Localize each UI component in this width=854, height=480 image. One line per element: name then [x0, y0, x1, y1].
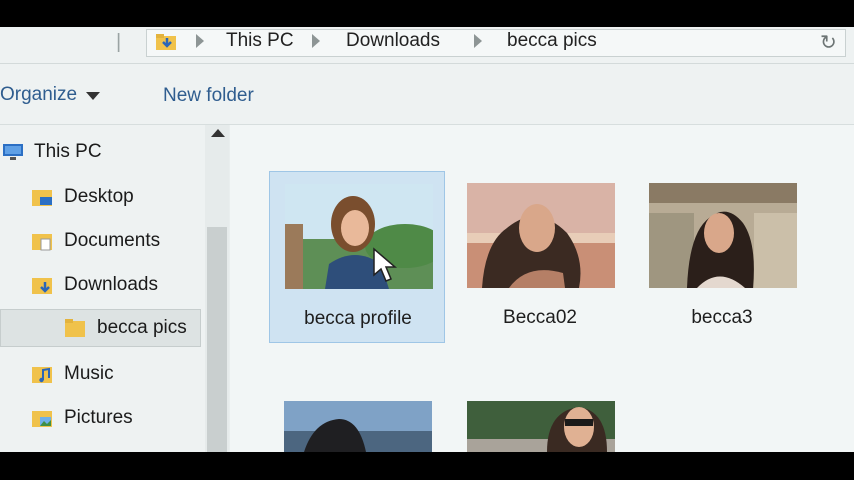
navigation-pane: This PC Desktop Documents Downloads becc… [0, 125, 205, 452]
file-name: Becca02 [503, 307, 577, 328]
file-tile-becca3[interactable]: becca3 [634, 171, 810, 343]
file-list: becca profile Becca02 becca3 [230, 125, 854, 452]
nav-item-downloads[interactable]: Downloads [32, 268, 158, 302]
chevron-right-icon[interactable] [474, 34, 482, 48]
organize-button[interactable]: Organize [0, 84, 77, 106]
nav-item-label: Music [64, 363, 114, 384]
nav-item-label: This PC [34, 141, 102, 162]
nav-item-becca-pics[interactable]: becca pics [0, 309, 201, 347]
file-tile-image[interactable] [452, 389, 628, 452]
image-thumbnail [649, 183, 797, 288]
breadcrumb-downloads[interactable]: Downloads [346, 30, 440, 52]
music-folder-icon [32, 367, 52, 383]
address-bar-row: | This PC Downloads becca pics ↻ [0, 27, 854, 64]
nav-item-documents[interactable]: Documents [32, 224, 160, 258]
breadcrumb-becca-pics[interactable]: becca pics [507, 30, 597, 52]
nav-item-label: Downloads [64, 274, 158, 295]
folder-icon [65, 319, 85, 337]
nav-item-pictures[interactable]: Pictures [32, 401, 133, 435]
desktop-folder-icon [32, 190, 52, 206]
folder-down-icon [156, 34, 176, 50]
file-tile-becca-profile[interactable]: becca profile [269, 171, 445, 343]
new-folder-button[interactable]: New folder [163, 85, 254, 107]
nav-scrollbar[interactable] [205, 125, 229, 452]
nav-item-desktop[interactable]: Desktop [32, 180, 134, 214]
computer-icon [3, 144, 23, 160]
scroll-thumb[interactable] [207, 227, 227, 452]
chevron-down-icon[interactable] [86, 92, 100, 100]
chevron-right-icon[interactable] [196, 34, 204, 48]
command-bar: Organize New folder [0, 64, 854, 125]
divider: | [116, 31, 122, 53]
nav-item-music[interactable]: Music [32, 357, 114, 391]
image-thumbnail [467, 401, 615, 452]
file-explorer-window: | This PC Downloads becca pics ↻ Organiz… [0, 27, 854, 452]
image-thumbnail [285, 184, 433, 289]
letterbox-bottom [0, 452, 854, 480]
file-tile-becca02[interactable]: Becca02 [452, 171, 628, 343]
downloads-folder-icon [32, 278, 52, 294]
chevron-right-icon[interactable] [312, 34, 320, 48]
nav-item-label: Pictures [64, 407, 133, 428]
nav-item-this-pc[interactable]: This PC [2, 135, 102, 169]
pictures-folder-icon [32, 411, 52, 427]
file-tile-image[interactable] [269, 389, 445, 452]
nav-item-label: Desktop [64, 186, 134, 207]
file-name: becca profile [304, 308, 412, 329]
nav-item-label: becca pics [97, 317, 187, 338]
letterbox-top [0, 0, 854, 27]
scroll-up-arrow-icon[interactable] [211, 129, 225, 137]
mouse-cursor-icon [373, 247, 398, 282]
nav-item-label: Documents [64, 230, 161, 251]
refresh-icon[interactable]: ↻ [820, 30, 837, 55]
image-thumbnail [284, 401, 432, 452]
breadcrumb-this-pc[interactable]: This PC [226, 30, 294, 52]
file-name: becca3 [691, 307, 753, 328]
documents-folder-icon [32, 234, 52, 251]
image-thumbnail [467, 183, 615, 288]
